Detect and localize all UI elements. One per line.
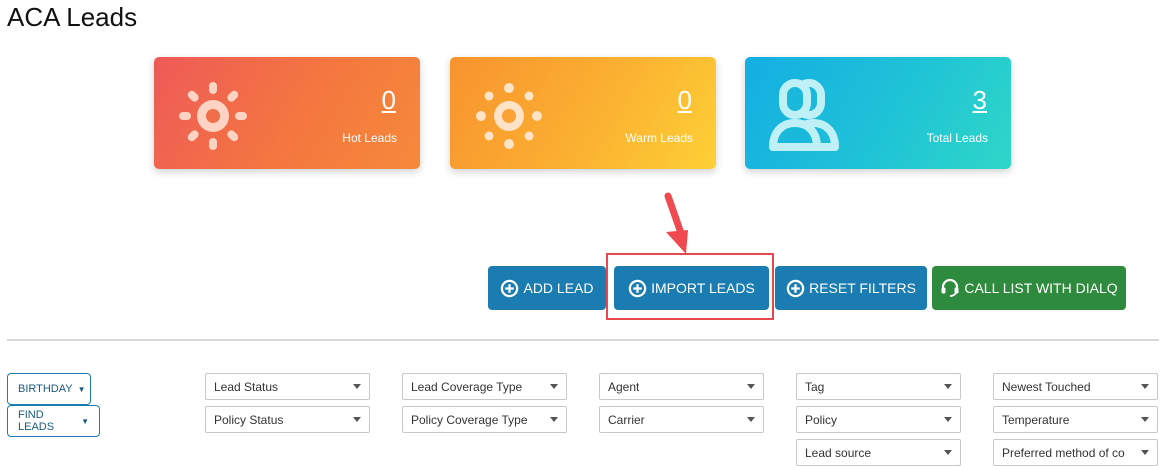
plus-circle-icon — [786, 279, 805, 297]
sun-icon — [179, 82, 247, 150]
lead-source-select[interactable]: Lead source — [796, 439, 961, 466]
hot-leads-card[interactable]: 0 Hot Leads — [154, 57, 420, 169]
import-leads-button[interactable]: IMPORT LEADS — [614, 266, 769, 310]
preferred-contact-select[interactable]: Preferred method of co — [993, 439, 1158, 466]
chevron-down-icon — [1141, 417, 1149, 422]
section-divider — [7, 339, 1159, 341]
policy-select[interactable]: Policy — [796, 406, 961, 433]
chevron-down-icon — [353, 417, 361, 422]
hot-leads-label: Hot Leads — [342, 131, 397, 145]
plus-circle-icon — [501, 279, 519, 297]
hot-leads-count[interactable]: 0 — [382, 87, 396, 113]
reset-filters-button[interactable]: RESET FILTERS — [775, 266, 927, 310]
chevron-down-icon — [747, 417, 755, 422]
call-list-label: CALL LIST WITH DIALQ — [964, 280, 1118, 296]
lead-status-select[interactable]: Lead Status — [205, 373, 370, 400]
chevron-down-icon — [550, 384, 558, 389]
carrier-select[interactable]: Carrier — [599, 406, 764, 433]
total-leads-card[interactable]: 3 Total Leads — [745, 57, 1011, 169]
annotation-arrow-icon — [664, 192, 688, 254]
policy-coverage-type-select[interactable]: Policy Coverage Type — [402, 406, 567, 433]
headset-icon — [941, 278, 959, 297]
total-leads-label: Total Leads — [926, 131, 988, 145]
tag-select[interactable]: Tag — [796, 373, 961, 400]
page-title: ACA Leads — [7, 2, 138, 32]
import-leads-label: IMPORT LEADS — [651, 280, 755, 296]
warm-leads-label: Warm Leads — [625, 131, 693, 145]
chevron-down-icon — [944, 417, 952, 422]
chevron-down-icon — [944, 450, 952, 455]
add-lead-label: ADD LEAD — [523, 280, 594, 296]
chevron-down-icon — [1141, 450, 1149, 455]
users-icon — [769, 79, 839, 151]
chevron-down-icon — [1141, 384, 1149, 389]
caret-down-icon: ▼ — [77, 384, 86, 394]
chevron-down-icon — [550, 417, 558, 422]
find-leads-label: FIND LEADS — [18, 409, 55, 433]
birthday-dropdown[interactable]: BIRTHDAY ▼ — [7, 373, 91, 405]
chevron-down-icon — [944, 384, 952, 389]
call-list-button[interactable]: CALL LIST WITH DIALQ — [932, 266, 1126, 310]
agent-select[interactable]: Agent — [599, 373, 764, 400]
plus-circle-icon — [628, 279, 647, 297]
temperature-select[interactable]: Temperature — [993, 406, 1158, 433]
total-leads-count[interactable]: 3 — [973, 87, 987, 113]
policy-status-select[interactable]: Policy Status — [205, 406, 370, 433]
add-lead-button[interactable]: ADD LEAD — [488, 266, 606, 310]
chevron-down-icon — [747, 384, 755, 389]
find-leads-dropdown[interactable]: FIND LEADS ▼ — [7, 405, 100, 437]
sort-order-select[interactable]: Newest Touched — [993, 373, 1158, 400]
chevron-down-icon — [353, 384, 361, 389]
birthday-label: BIRTHDAY — [18, 383, 73, 395]
warm-leads-count[interactable]: 0 — [678, 87, 692, 113]
warm-leads-card[interactable]: 0 Warm Leads — [450, 57, 716, 169]
lead-coverage-type-select[interactable]: Lead Coverage Type — [402, 373, 567, 400]
caret-down-icon: ▼ — [81, 416, 89, 426]
reset-filters-label: RESET FILTERS — [809, 280, 916, 296]
sun-icon — [476, 83, 542, 149]
